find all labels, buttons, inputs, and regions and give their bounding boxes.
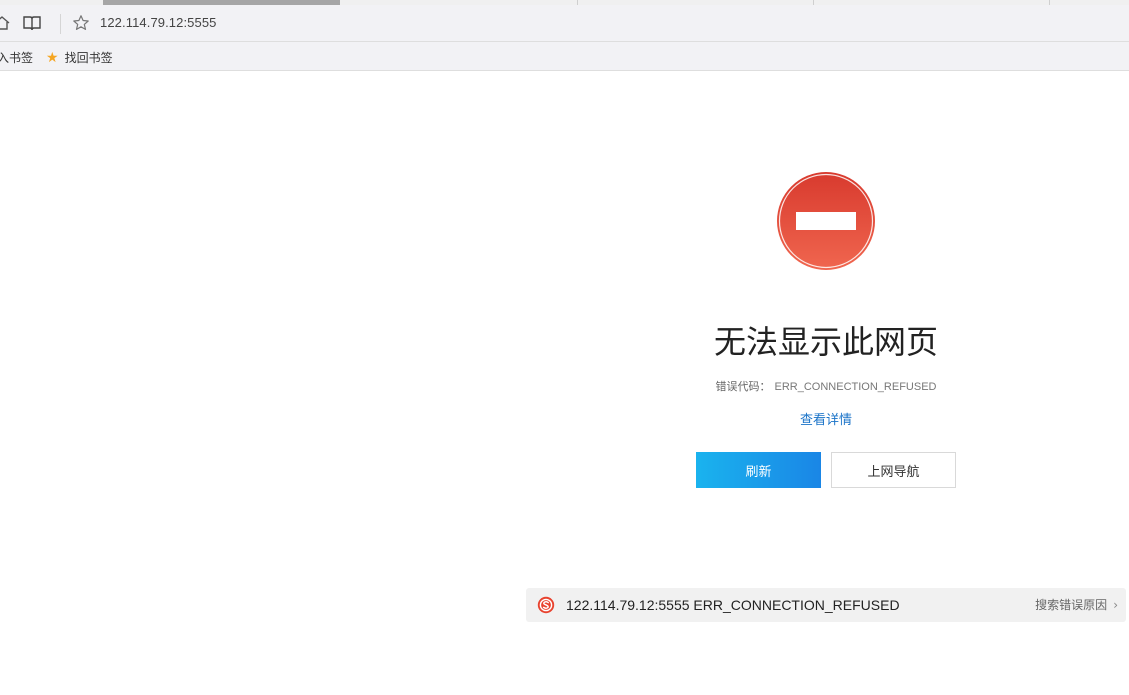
refresh-button[interactable]: 刷新 [696, 452, 821, 488]
view-details-link[interactable]: 查看详情 [676, 412, 976, 430]
bookmark-label: 找回书签 [64, 51, 113, 65]
search-error-suggestion[interactable]: 122.114.79.12:5555 ERR_CONNECTION_REFUSE… [526, 588, 1126, 622]
error-title: 无法显示此网页 [713, 323, 938, 361]
bookmark-bar: 入书签 ★ 找回书签 [0, 42, 1129, 71]
search-error-cause-link[interactable]: 搜索错误原因 › [1035, 597, 1118, 613]
error-code: 错误代码： ERR_CONNECTION_REFUSED [676, 380, 976, 394]
search-action-label: 搜索错误原因 [1035, 598, 1108, 612]
bookmark-label: 入书签 [0, 51, 34, 65]
home-icon [0, 16, 10, 30]
no-entry-icon [777, 172, 875, 270]
address-bar: 122.114.79.12:5555 [0, 5, 1129, 42]
error-code-value: ERR_CONNECTION_REFUSED [774, 381, 937, 393]
bookmark-item-recover[interactable]: ★ 找回书签 [46, 49, 113, 66]
star-filled-icon: ★ [46, 49, 59, 66]
web-navigation-button[interactable]: 上网导航 [831, 452, 956, 488]
error-code-label: 错误代码： [715, 380, 771, 393]
favorite-button[interactable] [70, 11, 92, 35]
toolbar-divider [60, 14, 61, 34]
chevron-right-icon: › [1113, 598, 1118, 612]
reader-mode-icon [23, 16, 41, 31]
url-field[interactable]: 122.114.79.12:5555 [100, 15, 217, 30]
bookmark-item-import[interactable]: 入书签 [0, 49, 33, 66]
home-button[interactable] [0, 11, 10, 35]
star-outline-icon [73, 15, 89, 30]
reader-mode-button[interactable] [20, 11, 44, 35]
sogou-icon [537, 596, 555, 614]
search-query-text: 122.114.79.12:5555 ERR_CONNECTION_REFUSE… [566, 597, 900, 613]
